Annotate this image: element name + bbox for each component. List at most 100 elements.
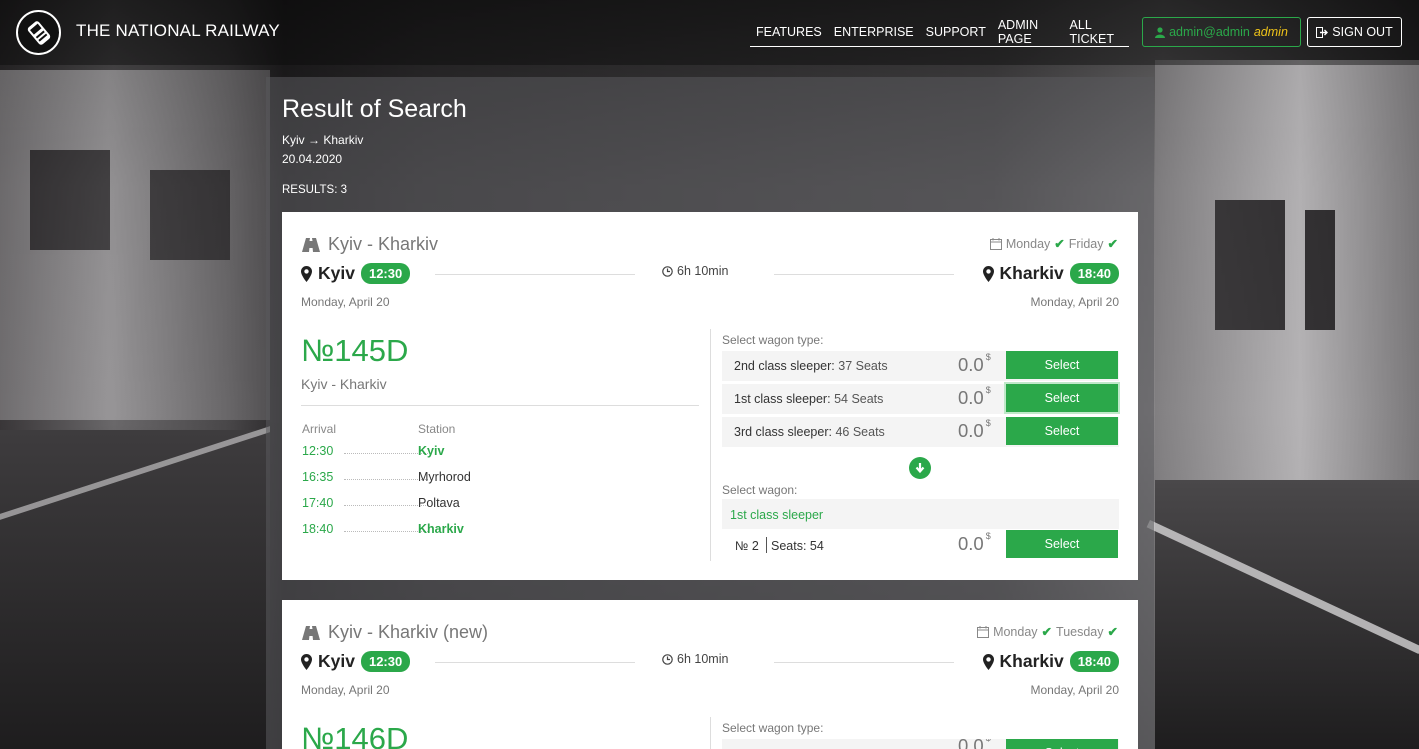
- wagon-price: 0.0$: [958, 385, 991, 408]
- station-time: 16:35: [302, 470, 334, 484]
- nav-features[interactable]: FEATURES: [750, 25, 828, 39]
- user-role: admin: [1253, 25, 1288, 39]
- trip-duration: 6h 10min: [662, 264, 728, 278]
- train-number: №145D: [301, 333, 409, 368]
- arrival: Kharkiv 18:40: [982, 651, 1119, 672]
- user-account-button[interactable]: admin@admin admin: [1142, 17, 1301, 47]
- map-marker-icon: [301, 265, 312, 282]
- dotted-leader: [344, 531, 428, 532]
- station-name: Poltava: [418, 496, 460, 510]
- check-icon: ✔: [1041, 625, 1053, 639]
- select-wagon-type-button[interactable]: Select: [1006, 351, 1118, 379]
- day-label: Monday: [993, 624, 1038, 639]
- arrival-time-badge: 18:40: [1069, 263, 1119, 284]
- trip-duration: 6h 10min: [662, 652, 728, 666]
- arrow-right-icon: →: [308, 133, 321, 147]
- arrival-city: Kharkiv: [999, 263, 1064, 283]
- check-icon: ✔: [1107, 625, 1118, 639]
- arrival: Kharkiv 18:40: [982, 263, 1119, 284]
- day-label: Monday: [1005, 236, 1051, 251]
- nav-admin-page[interactable]: ADMIN PAGE: [992, 18, 1064, 46]
- platform-left: [0, 430, 270, 749]
- select-wagon-button[interactable]: Select: [1006, 530, 1118, 558]
- dotted-leader: [344, 453, 428, 454]
- sign-out-button[interactable]: SIGN OUT: [1307, 17, 1402, 47]
- divider-line: [774, 662, 954, 663]
- brand-name[interactable]: THE NATIONAL RAILWAY: [76, 21, 280, 41]
- dotted-leader: [344, 505, 428, 506]
- top-navbar: THE NATIONAL RAILWAY FEATURES ENTERPRISE…: [0, 0, 1419, 65]
- calendar-icon: [977, 625, 990, 638]
- trip-days: Monday ✔ Tuesday ✔: [977, 624, 1118, 639]
- arrival-city: Kharkiv: [999, 651, 1064, 671]
- trip-title-text: Kyiv - Kharkiv (new): [328, 622, 489, 642]
- station-row: 16:35 Myrhorod: [302, 470, 682, 490]
- wagon-seats: Seats: 54: [771, 539, 824, 553]
- station-name: Kyiv: [418, 444, 445, 458]
- divider-line: [435, 274, 635, 275]
- wagon-price: 0.0$: [958, 418, 991, 441]
- select-wagon-type-button[interactable]: Select: [1006, 384, 1118, 412]
- departure: Kyiv 12:30: [301, 651, 411, 672]
- trip-title: Kyiv - Kharkiv (new): [302, 622, 488, 643]
- station-time: 12:30: [302, 444, 334, 458]
- wagon-label: Select wagon:: [722, 483, 798, 497]
- stations-header-arrival: Arrival: [302, 422, 337, 436]
- check-icon: ✔: [1054, 237, 1065, 251]
- select-wagon-type-button[interactable]: Select: [1006, 417, 1118, 445]
- sign-out-label: SIGN OUT: [1332, 25, 1393, 39]
- arrow-circle-down-icon[interactable]: [909, 457, 931, 479]
- wagon-type-label: Select wagon type:: [722, 721, 824, 735]
- road-icon: [302, 625, 320, 640]
- clock-icon: [662, 265, 673, 277]
- sign-out-icon: [1316, 26, 1329, 38]
- results-title: Result of Search: [282, 95, 467, 123]
- main-nav: FEATURES ENTERPRISE SUPPORT ADMIN PAGE A…: [750, 17, 1129, 47]
- divider-line: [774, 274, 954, 275]
- departure-city: Kyiv: [318, 263, 355, 283]
- select-wagon-type-button[interactable]: Select: [1006, 739, 1118, 749]
- wagon-type-label: Select wagon type:: [722, 333, 824, 347]
- results-count: RESULTS: 3: [282, 184, 347, 196]
- trip-card: Kyiv - Kharkiv Monday ✔ Friday ✔ Kyiv 12…: [282, 212, 1138, 580]
- nav-support[interactable]: SUPPORT: [920, 25, 992, 39]
- train-right-image: [1155, 60, 1419, 480]
- wagon-type-row: 3rd class sleeper: 46 Seats 0.0 $ Select: [722, 417, 1119, 447]
- station-name: Kharkiv: [418, 522, 464, 536]
- user-email: admin@admin: [1169, 25, 1250, 39]
- wagon-price: 0.0$: [958, 531, 991, 554]
- departure-date: Monday, April 20: [301, 683, 390, 697]
- nav-all-ticket[interactable]: ALL TICKET: [1064, 18, 1129, 46]
- road-icon: [302, 237, 320, 252]
- day-label: Friday: [1068, 236, 1104, 251]
- duration-text: 6h 10min: [677, 652, 729, 666]
- nav-enterprise[interactable]: ENTERPRISE: [828, 25, 920, 39]
- divider-line: [301, 405, 699, 406]
- railway-logo-icon[interactable]: [16, 10, 61, 55]
- search-route: Kyiv → Kharkiv: [282, 133, 363, 147]
- user-icon: [1155, 26, 1166, 38]
- departure-time-badge: 12:30: [360, 651, 411, 672]
- duration-text: 6h 10min: [677, 264, 729, 278]
- wagon-price: 0.0$: [958, 352, 991, 375]
- train-left-image: [0, 70, 270, 420]
- map-marker-icon: [982, 265, 994, 282]
- selected-wagon-class: 1st class sleeper: [722, 499, 1119, 529]
- trip-card: Kyiv - Kharkiv (new) Monday ✔ Tuesday ✔ …: [282, 600, 1138, 749]
- platform-right: [1155, 480, 1419, 749]
- arrival-date: Monday, April 20: [1030, 683, 1120, 697]
- station-row: 18:40 Kharkiv: [302, 522, 682, 542]
- column-divider: [710, 329, 711, 561]
- station-name: Myrhorod: [418, 470, 471, 484]
- map-marker-icon: [982, 653, 994, 670]
- wagon-type-name: 3rd class sleeper: 46 Seats: [734, 425, 885, 439]
- departure-city: Kyiv: [318, 651, 355, 671]
- clock-icon: [662, 653, 673, 665]
- column-divider: [710, 717, 711, 749]
- divider-line: [766, 537, 767, 553]
- wagon-number: № 2: [735, 539, 759, 553]
- route-to: Kharkiv: [323, 133, 364, 147]
- divider-line: [435, 662, 635, 663]
- dotted-leader: [344, 479, 428, 480]
- trip-days: Monday ✔ Friday ✔: [989, 236, 1118, 251]
